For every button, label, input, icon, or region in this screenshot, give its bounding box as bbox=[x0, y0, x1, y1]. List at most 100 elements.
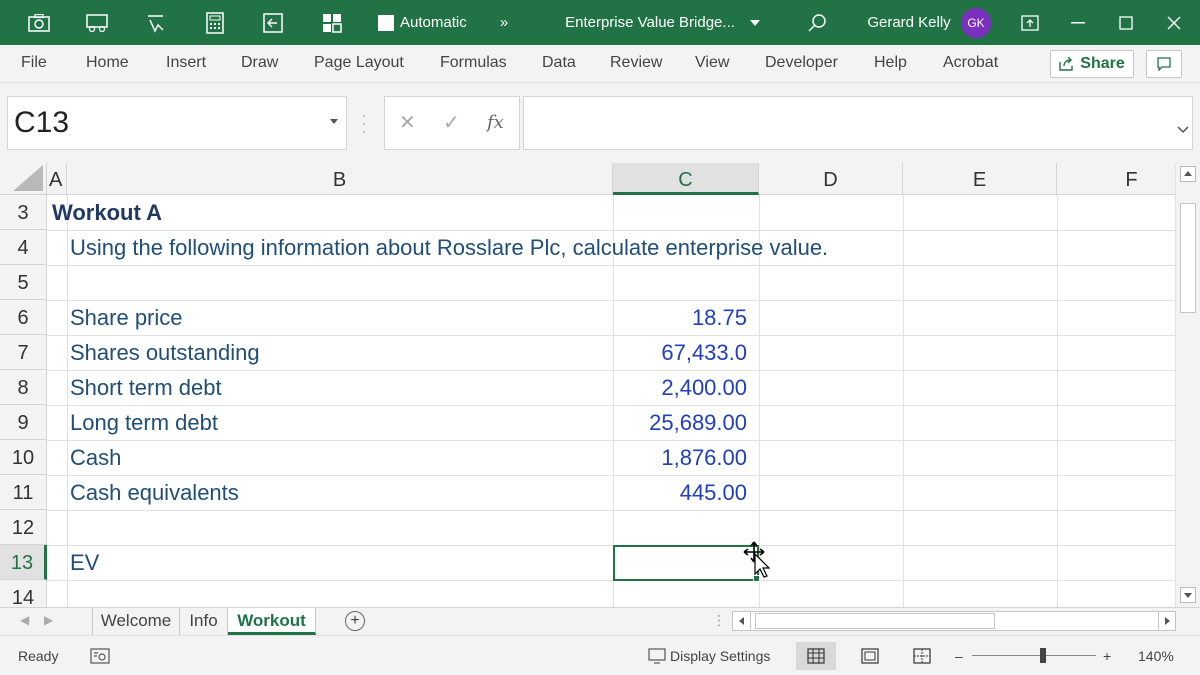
share-button[interactable]: Share bbox=[1050, 50, 1134, 78]
tab-formulas[interactable]: Formulas bbox=[440, 45, 507, 83]
cell-a3[interactable]: Workout A bbox=[52, 195, 162, 230]
search-icon[interactable] bbox=[805, 0, 829, 45]
tab-review[interactable]: Review bbox=[610, 45, 662, 83]
formula-input[interactable] bbox=[523, 96, 1193, 150]
row-header-6[interactable]: 6 bbox=[0, 300, 47, 335]
tab-developer[interactable]: Developer bbox=[765, 45, 838, 83]
zoom-in-button[interactable]: + bbox=[1103, 636, 1111, 675]
column-header-c[interactable]: C bbox=[613, 163, 759, 195]
active-cell-c13[interactable] bbox=[613, 545, 759, 581]
sheet-tab-info[interactable]: Info bbox=[180, 608, 228, 635]
row-header-11[interactable]: 11 bbox=[0, 475, 47, 510]
cell-c11[interactable]: 445.00 bbox=[613, 475, 747, 510]
zoom-slider-thumb[interactable] bbox=[1040, 648, 1046, 663]
car-icon[interactable] bbox=[82, 0, 112, 45]
scroll-left-icon[interactable] bbox=[733, 612, 751, 630]
sheet-tab-welcome[interactable]: Welcome bbox=[92, 608, 180, 635]
cell-b6[interactable]: Share price bbox=[70, 300, 183, 335]
next-sheet-icon[interactable]: ▶ bbox=[44, 613, 53, 627]
enter-icon[interactable]: ✓ bbox=[443, 97, 460, 149]
cell-b4[interactable]: Using the following information about Ro… bbox=[70, 230, 828, 265]
cell-c8[interactable]: 2,400.00 bbox=[613, 370, 747, 405]
camera-icon[interactable] bbox=[24, 0, 54, 45]
autosave-checkbox[interactable] bbox=[378, 14, 394, 31]
name-box[interactable]: C13 bbox=[7, 96, 347, 150]
row-header-4[interactable]: 4 bbox=[0, 230, 47, 265]
formula-bar-resize-handle[interactable]: · · · bbox=[362, 108, 367, 138]
row-header-8[interactable]: 8 bbox=[0, 370, 47, 405]
row-header-10[interactable]: 10 bbox=[0, 440, 47, 475]
horizontal-scrollbar[interactable] bbox=[732, 611, 1176, 631]
cell-area[interactable]: Workout A Using the following informatio… bbox=[47, 195, 1175, 607]
column-header-b[interactable]: B bbox=[67, 163, 613, 195]
cell-b9[interactable]: Long term debt bbox=[70, 405, 218, 440]
column-header-d[interactable]: D bbox=[759, 163, 903, 195]
back-arrow-icon[interactable] bbox=[258, 0, 288, 45]
horizontal-scroll-thumb[interactable] bbox=[755, 613, 995, 629]
cell-b7[interactable]: Shares outstanding bbox=[70, 335, 260, 370]
row-header-3[interactable]: 3 bbox=[0, 195, 47, 230]
worksheet-grid[interactable]: A B C D E F 3 4 5 6 7 8 9 10 11 12 13 14… bbox=[0, 163, 1200, 607]
insert-function-button[interactable]: fx bbox=[487, 97, 504, 149]
cell-c7[interactable]: 67,433.0 bbox=[613, 335, 747, 370]
cell-b10[interactable]: Cash bbox=[70, 440, 121, 475]
cell-b8[interactable]: Short term debt bbox=[70, 370, 222, 405]
scroll-up-icon[interactable] bbox=[1180, 166, 1196, 182]
minimize-icon[interactable] bbox=[1066, 0, 1090, 45]
tab-page-layout[interactable]: Page Layout bbox=[314, 45, 404, 83]
add-sheet-button[interactable]: + bbox=[345, 611, 365, 631]
tab-help[interactable]: Help bbox=[874, 45, 907, 83]
tab-data[interactable]: Data bbox=[542, 45, 576, 83]
user-avatar[interactable]: GK bbox=[960, 0, 992, 45]
column-header-e[interactable]: E bbox=[903, 163, 1057, 195]
zoom-slider-track[interactable] bbox=[972, 655, 1096, 656]
cell-b13[interactable]: EV bbox=[70, 545, 99, 580]
cell-c9[interactable]: 25,689.00 bbox=[613, 405, 747, 440]
tab-view[interactable]: View bbox=[695, 45, 729, 83]
normal-view-icon[interactable] bbox=[796, 642, 836, 670]
calculator-icon[interactable] bbox=[200, 0, 230, 45]
comments-button[interactable] bbox=[1146, 50, 1182, 78]
zoom-level[interactable]: 140% bbox=[1138, 636, 1174, 675]
cell-c10[interactable]: 1,876.00 bbox=[613, 440, 747, 475]
scroll-right-icon[interactable] bbox=[1158, 612, 1176, 630]
row-header-14[interactable]: 14 bbox=[0, 580, 47, 607]
row-header-5[interactable]: 5 bbox=[0, 265, 47, 300]
grid-icon[interactable] bbox=[317, 0, 347, 45]
name-box-dropdown-icon[interactable] bbox=[330, 119, 338, 124]
prev-sheet-icon[interactable]: ◀ bbox=[20, 613, 29, 627]
tab-home[interactable]: Home bbox=[86, 45, 129, 83]
overflow-chevron-icon[interactable]: » bbox=[494, 0, 514, 45]
ribbon-display-icon[interactable] bbox=[1018, 0, 1042, 45]
sheet-tab-workout[interactable]: Workout bbox=[228, 608, 316, 635]
title-dropdown-icon[interactable] bbox=[748, 0, 762, 45]
row-header-9[interactable]: 9 bbox=[0, 405, 47, 440]
vertical-scrollbar[interactable] bbox=[1175, 163, 1200, 607]
tab-acrobat[interactable]: Acrobat bbox=[943, 45, 998, 83]
maximize-icon[interactable] bbox=[1114, 0, 1138, 45]
tab-file[interactable]: File bbox=[21, 45, 47, 83]
zoom-out-button[interactable]: – bbox=[955, 636, 963, 675]
page-break-view-icon[interactable] bbox=[902, 642, 942, 670]
row-header-13[interactable]: 13 bbox=[0, 545, 47, 580]
cell-c6[interactable]: 18.75 bbox=[613, 300, 747, 335]
autosave-toggle[interactable]: Automatic bbox=[378, 0, 478, 45]
touch-icon[interactable] bbox=[141, 0, 171, 45]
expand-formula-bar-icon[interactable] bbox=[1177, 121, 1189, 139]
row-header-7[interactable]: 7 bbox=[0, 335, 47, 370]
page-layout-view-icon[interactable] bbox=[850, 642, 890, 670]
tab-insert[interactable]: Insert bbox=[166, 45, 206, 83]
vertical-scroll-thumb[interactable] bbox=[1180, 203, 1196, 313]
cell-b11[interactable]: Cash equivalents bbox=[70, 475, 239, 510]
scroll-down-icon[interactable] bbox=[1180, 587, 1196, 603]
tab-split-handle[interactable]: ⋮ bbox=[712, 612, 726, 629]
document-title[interactable]: Enterprise Value Bridge... bbox=[560, 0, 740, 45]
row-header-12[interactable]: 12 bbox=[0, 510, 47, 545]
user-name[interactable]: Gerard Kelly bbox=[866, 0, 952, 45]
display-settings-button[interactable]: Display Settings bbox=[648, 636, 770, 675]
close-icon[interactable] bbox=[1162, 0, 1186, 45]
cancel-icon[interactable]: ✕ bbox=[399, 97, 416, 149]
tab-draw[interactable]: Draw bbox=[241, 45, 278, 83]
column-header-a[interactable]: A bbox=[47, 163, 67, 195]
select-all-button[interactable] bbox=[0, 163, 47, 195]
